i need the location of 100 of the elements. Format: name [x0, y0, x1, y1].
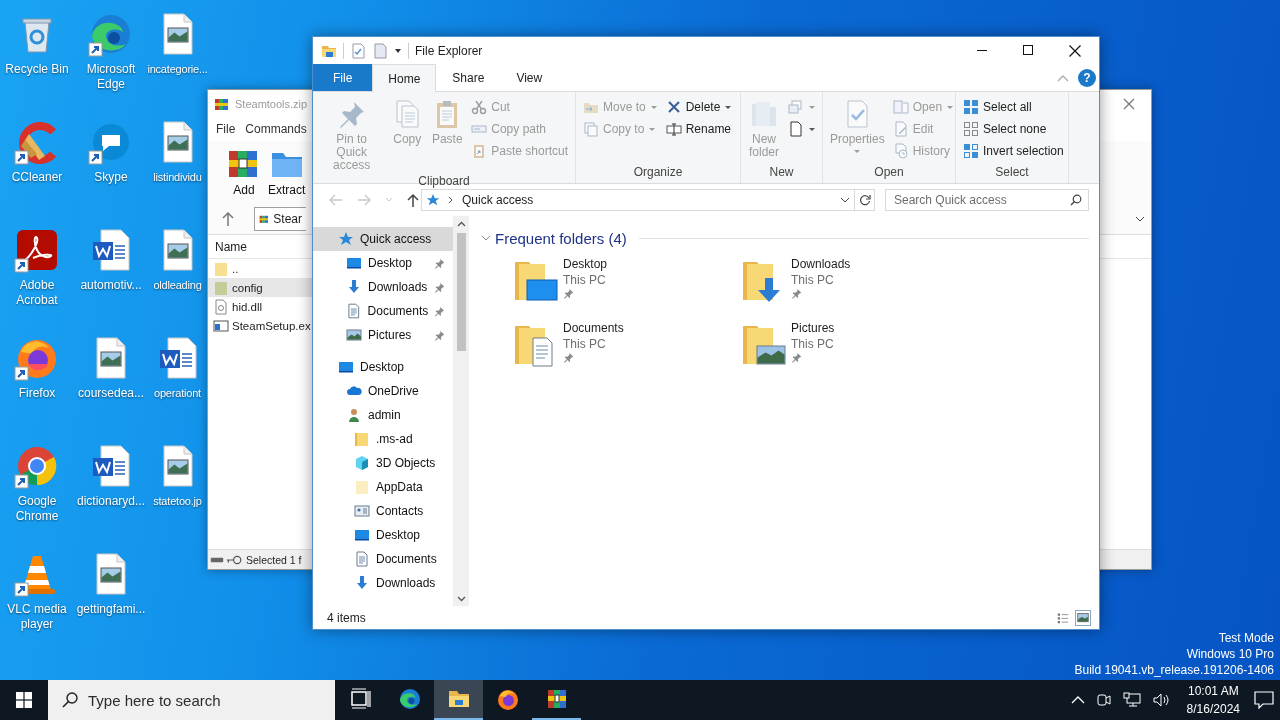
group-label: Clipboard: [417, 174, 471, 188]
delete-icon: [665, 99, 682, 115]
ribbon-tab[interactable]: View: [500, 64, 559, 91]
section-header[interactable]: Frequent folders (4): [495, 229, 627, 247]
status-text: Selected 1 f: [246, 553, 302, 566]
network-icon[interactable]: [1122, 692, 1141, 708]
nav-item[interactable]: 3D Objects: [313, 451, 453, 475]
grid-icon: [963, 99, 979, 115]
status-text: 4 items: [327, 610, 366, 625]
scroll-down-icon[interactable]: [456, 596, 466, 602]
system-notice: Build 19041.vb_release.191206-1406: [1074, 662, 1274, 678]
folder-name[interactable]: Pictures: [791, 320, 835, 336]
browser-icon: [397, 687, 422, 711]
toolbar-button[interactable]: Extract: [268, 145, 306, 203]
nav-item[interactable]: Documents: [313, 547, 453, 571]
ribbon-button[interactable]: Invert selection: [960, 140, 1067, 162]
ribbon-button[interactable]: Delete: [662, 96, 736, 118]
scroll-up-icon[interactable]: [456, 221, 466, 227]
scrollbar-thumb[interactable]: [456, 233, 466, 351]
cube-icon: [354, 455, 370, 471]
refresh-icon[interactable]: [858, 194, 871, 206]
address-bar[interactable]: Quick access: [421, 189, 855, 211]
chevron-down-icon[interactable]: [1135, 215, 1145, 222]
checked-page-icon[interactable]: [350, 42, 366, 59]
nav-item[interactable]: Pictures: [313, 323, 453, 347]
system-notice: Windows 10 Pro: [1185, 646, 1274, 662]
volume-icon[interactable]: [1152, 692, 1171, 708]
search-field[interactable]: Type here to search: [48, 680, 335, 720]
close-icon[interactable]: [1069, 44, 1081, 57]
file-row[interactable]: config: [208, 278, 313, 297]
system-notice: Test Mode: [1217, 630, 1274, 646]
star-icon: [338, 231, 354, 247]
star-icon: [426, 193, 440, 207]
toolbar-button[interactable]: Add: [226, 145, 262, 203]
column-header[interactable]: Name: [215, 239, 247, 254]
folder-name[interactable]: Downloads: [791, 256, 851, 272]
file-row[interactable]: ..: [208, 259, 313, 278]
ribbon-button[interactable]: Select none: [960, 118, 1067, 140]
clock[interactable]: 10:01 AM 8/16/2024: [1178, 682, 1248, 718]
chevron-down-icon[interactable]: [840, 197, 850, 203]
drive-icon: [210, 555, 224, 564]
help-button[interactable]: ?: [1078, 68, 1096, 87]
copy-icon: [583, 121, 599, 137]
task-view-icon: [348, 687, 373, 711]
nav-item[interactable]: Downloads: [313, 275, 453, 299]
menu-item[interactable]: Commands: [245, 122, 307, 136]
folder-name[interactable]: Documents: [563, 320, 624, 336]
file-row[interactable]: SteamSetup.ex: [208, 316, 313, 335]
maximize-icon[interactable]: [1023, 44, 1033, 55]
nav-item[interactable]: admin: [313, 403, 453, 427]
grid-icon: [963, 143, 979, 159]
caret-icon[interactable]: [394, 47, 402, 54]
folder-location: This PC: [791, 272, 835, 288]
ribbon-tab[interactable]: Home: [372, 64, 437, 92]
empty-grid-icon: [963, 121, 979, 137]
nav-item[interactable]: Quick access: [313, 227, 453, 251]
nav-item[interactable]: .ms-ad: [313, 427, 453, 451]
ribbon-tab[interactable]: File: [313, 64, 373, 91]
path-field[interactable]: Stear: [254, 206, 306, 231]
desktop-icon: [354, 527, 370, 543]
ribbon-tab[interactable]: Share: [436, 64, 501, 91]
folder-location: This PC: [791, 336, 835, 352]
desktop-icon: [338, 359, 354, 375]
ribbon-button[interactable]: Rename: [662, 118, 736, 140]
search-field[interactable]: Search Quick access: [885, 189, 1089, 211]
search-icon: [62, 692, 78, 708]
notification-icon[interactable]: [1254, 691, 1274, 709]
taskbar-button[interactable]: [434, 680, 483, 720]
caret-icon: [808, 104, 816, 110]
scissors-icon: [471, 99, 488, 115]
ribbon-button[interactable]: Select all: [960, 96, 1067, 118]
window-icon: [892, 99, 909, 115]
large-icons-view-icon[interactable]: [1075, 609, 1091, 626]
group-label: Open: [873, 165, 905, 181]
windows-start-icon[interactable]: [16, 692, 32, 708]
breadcrumb[interactable]: Quick access: [462, 193, 534, 207]
group-label: New: [768, 165, 795, 181]
nav-item[interactable]: Desktop: [313, 355, 453, 379]
download-arrow-icon: [346, 279, 362, 295]
nav-item[interactable]: AppData: [313, 475, 453, 499]
up-arrow-icon[interactable]: [407, 193, 419, 207]
camera-icon[interactable]: [1096, 692, 1111, 708]
search-icon: [1070, 194, 1082, 206]
nav-item[interactable]: Desktop: [313, 251, 453, 275]
user-icon: [346, 407, 362, 423]
folder-name[interactable]: Desktop: [563, 256, 608, 272]
nav-item[interactable]: Desktop: [313, 523, 453, 547]
picture-icon: [346, 327, 362, 343]
window-icon: [213, 317, 229, 334]
window-title: Steamtools.zip: [235, 97, 308, 110]
nav-item[interactable]: Documents: [313, 299, 453, 323]
group-label: Select: [994, 165, 1030, 181]
nav-item[interactable]: OneDrive: [313, 379, 453, 403]
menu-item[interactable]: File: [216, 122, 236, 136]
file-row[interactable]: hid.dll: [208, 297, 313, 316]
pencil-page-icon: [892, 121, 909, 137]
up-arrow-icon[interactable]: [222, 211, 234, 226]
nav-item[interactable]: Contacts: [313, 499, 453, 523]
nav-item[interactable]: Downloads: [313, 571, 453, 595]
document-icon: [346, 303, 362, 319]
